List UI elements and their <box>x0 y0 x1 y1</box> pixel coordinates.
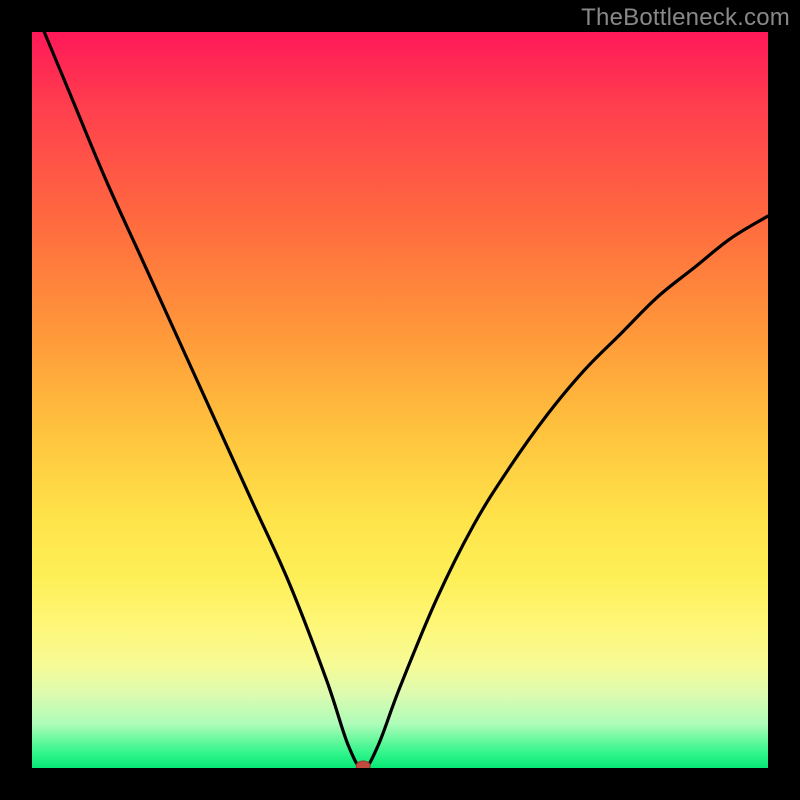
chart-plot-area <box>32 32 768 768</box>
bottleneck-curve <box>32 32 768 768</box>
watermark-text: TheBottleneck.com <box>581 4 790 32</box>
chart-frame: TheBottleneck.com <box>0 0 800 800</box>
min-marker <box>356 761 370 768</box>
chart-svg <box>32 32 768 768</box>
